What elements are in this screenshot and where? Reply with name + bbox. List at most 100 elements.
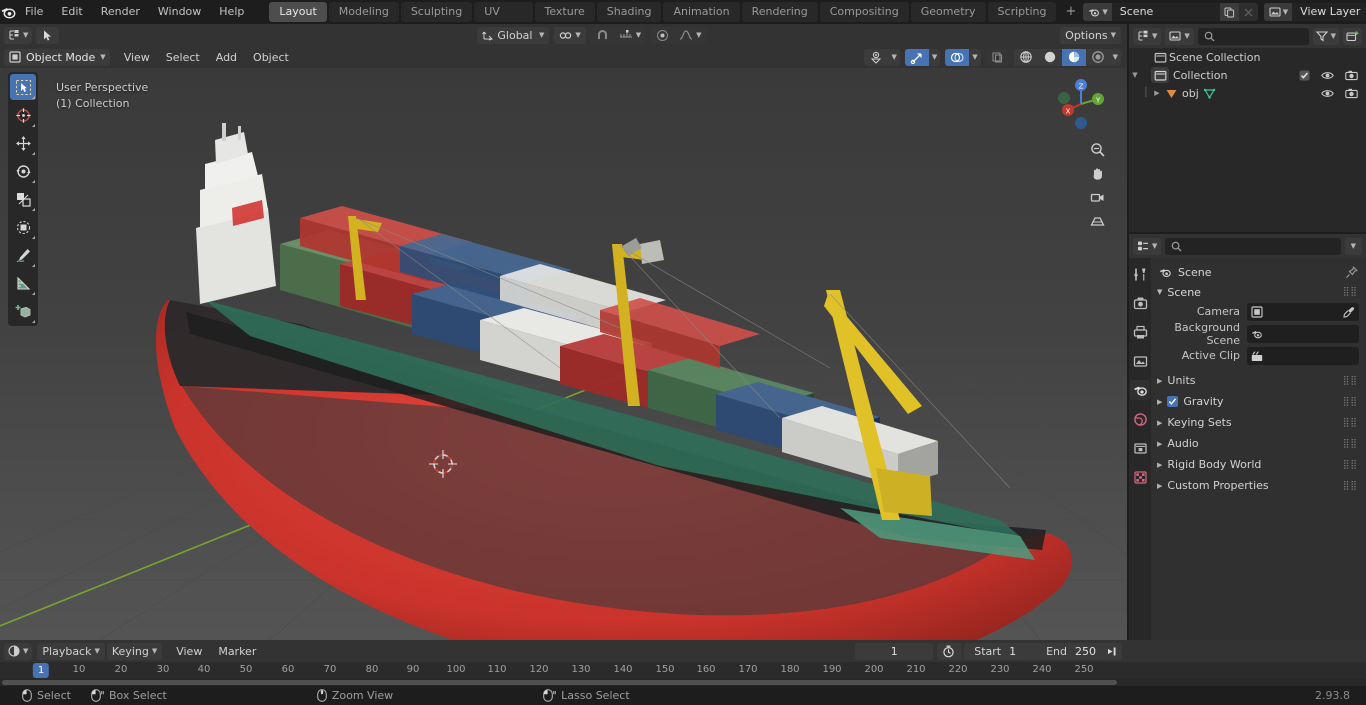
panel-drag-handle[interactable]: ⣿⣿ — [1343, 397, 1362, 407]
tab-uv-editing[interactable]: UV Editing — [474, 2, 533, 38]
properties-search-input[interactable] — [1165, 237, 1341, 255]
outliner-editor-type-button[interactable]: ▼ — [1133, 27, 1162, 45]
tab-layout[interactable]: Layout — [269, 2, 327, 22]
panel-drag-handle[interactable]: ⣿⣿ — [1343, 376, 1362, 386]
eye-icon[interactable] — [1321, 88, 1334, 99]
playback-dropdown[interactable]: Playback ▼ — [37, 642, 105, 660]
tab-shading[interactable]: Shading — [596, 2, 662, 22]
overlays-dropdown[interactable]: ▼ — [969, 48, 981, 66]
scene-icon[interactable]: ▼ — [1083, 3, 1112, 21]
menu-edit[interactable]: Edit — [52, 3, 91, 21]
panel-drag-handle[interactable]: ⣿⣿ — [1343, 418, 1362, 428]
list-item[interactable]: Scene Collection — [1129, 48, 1366, 66]
list-item[interactable]: │ ▶ obj — [1129, 84, 1366, 102]
object-tab[interactable] — [1130, 438, 1150, 458]
solid-shading[interactable] — [1037, 48, 1062, 66]
menu-render[interactable]: Render — [92, 3, 149, 21]
background-scene-field[interactable] — [1247, 324, 1359, 343]
new-collection-icon[interactable] — [1343, 27, 1362, 45]
section-rigid-body-world[interactable]: ▶ Rigid Body World ⣿⣿ — [1155, 454, 1362, 475]
tool-tab[interactable] — [1130, 264, 1150, 284]
timeline-menu-view[interactable]: View — [168, 643, 210, 660]
camera-icon[interactable] — [1345, 88, 1358, 99]
pan-hand-icon[interactable] — [1088, 164, 1107, 183]
material-preview-shading[interactable] — [1061, 48, 1086, 66]
view-layer-selector[interactable]: ▼ View Layer — [1263, 3, 1366, 21]
current-frame-input[interactable]: 1 — [855, 643, 934, 660]
tab-texture-paint[interactable]: Texture Paint — [534, 2, 595, 38]
snap-target-button[interactable]: ▼ — [554, 26, 586, 44]
overlays-icon[interactable] — [945, 48, 970, 66]
proportional-edit-icon[interactable] — [651, 26, 675, 44]
section-keying-sets[interactable]: ▶ Keying Sets ⣿⣿ — [1155, 412, 1362, 433]
camera-icon[interactable] — [1345, 70, 1358, 81]
shading-dropdown[interactable]: ▼ — [1109, 48, 1121, 66]
tab-geometry-nodes[interactable]: Geometry Nodes — [910, 2, 986, 38]
viewport-menu-view[interactable]: View — [116, 49, 158, 66]
menu-help[interactable]: Help — [210, 3, 253, 21]
timeline-menu-marker[interactable]: Marker — [210, 643, 264, 660]
tweak-select-tool[interactable] — [10, 74, 36, 100]
menu-window[interactable]: Window — [149, 3, 210, 21]
measure-tool[interactable] — [10, 270, 36, 296]
eye-icon[interactable] — [1321, 70, 1334, 81]
mesh-data-icon[interactable] — [1199, 87, 1221, 100]
panel-drag-handle[interactable]: ⣿⣿ — [1343, 481, 1362, 491]
panel-drag-handle[interactable]: ⣿⣿ — [1343, 287, 1362, 297]
viewport-menu-select[interactable]: Select — [158, 49, 208, 66]
tab-rendering[interactable]: Rendering — [741, 2, 818, 22]
panel-drag-handle[interactable]: ⣿⣿ — [1343, 460, 1362, 470]
annotate-tool[interactable] — [10, 242, 36, 268]
active-clip-field[interactable] — [1247, 346, 1359, 365]
xray-icon[interactable] — [985, 48, 1009, 66]
blender-logo-icon[interactable] — [0, 0, 16, 24]
3d-viewport[interactable]: User Perspective (1) Collection Z Y X — [0, 68, 1127, 640]
wireframe-shading[interactable] — [1013, 48, 1038, 66]
section-custom-properties[interactable]: ▶ Custom Properties ⣿⣿ — [1155, 475, 1362, 496]
end-frame-field[interactable]: End 250 — [1036, 643, 1108, 660]
list-item[interactable]: ▼ Collection — [1129, 66, 1366, 84]
editor-type-button[interactable]: ▼ — [4, 26, 33, 44]
timeline-scrollbar[interactable] — [2, 680, 1117, 685]
pin-icon[interactable] — [1345, 265, 1362, 279]
falloff-curve-icon[interactable]: ▼ — [674, 26, 707, 44]
rotate-tool[interactable] — [10, 158, 36, 184]
outliner-search-input[interactable] — [1197, 27, 1309, 45]
unlink-x-icon[interactable] — [1238, 3, 1258, 21]
outliner-display-mode-button[interactable]: ▼ — [1165, 27, 1194, 45]
cursor-tool[interactable] — [10, 102, 36, 128]
visibility-dropdown[interactable]: ▼ — [888, 48, 900, 66]
view-layer-icon[interactable]: ▼ — [1263, 3, 1293, 21]
copy-icon[interactable] — [1219, 3, 1239, 21]
scene-name[interactable]: Scene — [1111, 3, 1220, 21]
tab-compositing[interactable]: Compositing — [819, 2, 909, 22]
viewport-menu-object[interactable]: Object — [245, 49, 297, 66]
auto-keying-icon[interactable] — [937, 643, 961, 660]
section-gravity[interactable]: ▶ Gravity ⣿⣿ — [1155, 391, 1362, 412]
view-layer-tab[interactable] — [1130, 351, 1150, 371]
rendered-shading[interactable] — [1085, 48, 1110, 66]
magnet-icon[interactable] — [590, 26, 614, 44]
viewport-menu-add[interactable]: Add — [208, 49, 245, 66]
gizmo-icon[interactable] — [904, 48, 929, 66]
mode-selector[interactable]: Object Mode ▼ — [4, 48, 110, 66]
world-tab[interactable] — [1130, 409, 1150, 429]
view-layer-name[interactable]: View Layer — [1292, 3, 1366, 21]
camera-view-icon[interactable] — [1088, 188, 1107, 207]
options-dropdown[interactable]: Options ▼ — [1060, 26, 1121, 44]
timeline-editor-type-button[interactable]: ▼ — [4, 642, 33, 660]
render-tab[interactable] — [1130, 293, 1150, 313]
menu-file[interactable]: File — [16, 3, 52, 21]
disclosure-triangle-icon[interactable]: ▶ — [1151, 89, 1163, 97]
start-frame-field[interactable]: Start 1 — [964, 643, 1033, 660]
section-audio[interactable]: ▶ Audio ⣿⣿ — [1155, 433, 1362, 454]
timeline-ruler[interactable]: 1 10 20 30 40 50 60 70 80 90 100 110 120… — [0, 662, 1366, 679]
snap-increment-icon[interactable]: ▼ — [613, 26, 647, 44]
transform-tool[interactable] — [10, 214, 36, 240]
scene-selector[interactable]: ▼ Scene — [1083, 3, 1258, 21]
section-units[interactable]: ▶ Units ⣿⣿ — [1155, 370, 1362, 391]
gravity-checkbox[interactable] — [1167, 396, 1179, 407]
move-tool[interactable] — [10, 130, 36, 156]
object-visibility-icon[interactable] — [864, 48, 889, 66]
disclosure-triangle-icon[interactable]: ▼ — [1129, 71, 1141, 79]
